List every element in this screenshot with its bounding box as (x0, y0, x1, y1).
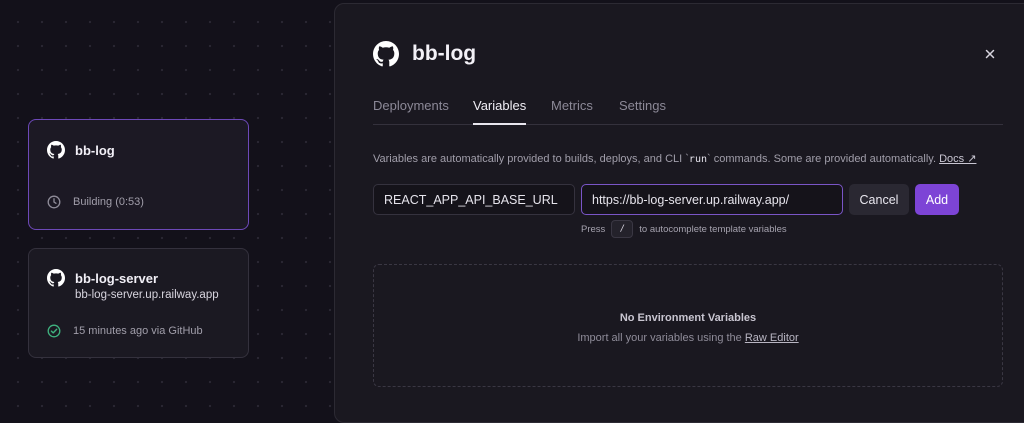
service-url: bb-log-server.up.railway.app (75, 289, 219, 301)
hint-text-end: to autocomplete template variables (639, 223, 787, 235)
variable-name-input[interactable]: REACT_APP_API_BASE_URL (373, 184, 575, 215)
card-header: bb-log (47, 141, 115, 159)
autocomplete-hint: Press / to autocomplete template variabl… (581, 220, 787, 238)
check-circle-icon (47, 324, 61, 338)
hint-text: Press (581, 223, 606, 235)
clock-icon (47, 195, 61, 209)
empty-text-body: Import all your variables using the (577, 332, 742, 344)
add-button[interactable]: Add (915, 184, 959, 215)
run-command-code: run (688, 154, 707, 165)
panel-title: bb-log (412, 42, 477, 65)
description-text-end: ` commands. Some are provided automatica… (706, 153, 937, 165)
tab-variables[interactable]: Variables (473, 98, 526, 113)
tab-deployments[interactable]: Deployments (373, 98, 449, 113)
service-card-bb-log[interactable]: bb-log Building (0:53) (28, 119, 249, 230)
tab-bar: Deployments Variables Metrics Settings (373, 92, 1003, 125)
service-name: bb-log (75, 142, 115, 158)
card-header: bb-log-server (47, 269, 158, 287)
variable-value-input[interactable]: https://bb-log-server.up.railway.app/ (581, 184, 843, 215)
service-name: bb-log-server (75, 270, 159, 286)
status-text: 15 minutes ago via GitHub (73, 325, 203, 337)
deploy-status: Building (0:53) (47, 195, 144, 209)
empty-text: Import all your variables using the Raw … (374, 332, 1002, 344)
close-icon[interactable] (983, 47, 997, 61)
github-icon (373, 41, 399, 67)
tab-metrics[interactable]: Metrics (551, 98, 593, 113)
description-text: Variables are automatically provided to … (373, 153, 689, 165)
empty-variables-state: No Environment Variables Import all your… (373, 264, 1003, 387)
github-icon (47, 141, 65, 159)
service-detail-panel: bb-log Deployments Variables Metrics Set… (334, 3, 1024, 423)
deploy-status: 15 minutes ago via GitHub (47, 324, 203, 338)
docs-link[interactable]: Docs ↗ (939, 153, 976, 165)
slash-key: / (611, 220, 634, 238)
status-text: Building (0:53) (73, 196, 144, 208)
raw-editor-link[interactable]: Raw Editor (745, 332, 799, 344)
variables-description: Variables are automatically provided to … (373, 152, 976, 165)
tab-settings[interactable]: Settings (619, 98, 666, 113)
empty-title: No Environment Variables (619, 312, 757, 324)
github-icon (47, 269, 65, 287)
cancel-button[interactable]: Cancel (849, 184, 909, 215)
active-tab-indicator (473, 123, 526, 125)
service-card-bb-log-server[interactable]: bb-log-server bb-log-server.up.railway.a… (28, 248, 249, 358)
panel-header: bb-log (373, 41, 476, 67)
